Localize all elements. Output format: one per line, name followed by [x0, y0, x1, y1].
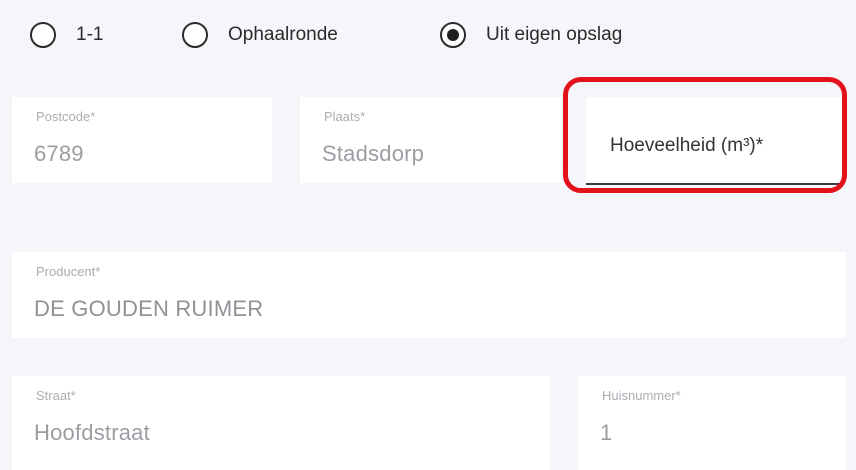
straat-field[interactable]: Straat* Hoofdstraat — [12, 376, 550, 470]
radio-label-ophaalronde: Ophaalronde — [228, 24, 338, 45]
radio-ophaalronde[interactable]: Ophaalronde — [182, 22, 338, 48]
hoeveelheid-placeholder: Hoeveelheid (m³)* — [610, 135, 764, 156]
radio-unchecked-icon — [30, 22, 56, 48]
huisnummer-field[interactable]: Huisnummer* 1 — [578, 376, 846, 470]
producent-field[interactable]: Producent* DE GOUDEN RUIMER — [12, 252, 846, 338]
plaats-value: Stadsdorp — [322, 141, 425, 166]
radio-1-1[interactable]: 1-1 — [30, 22, 103, 48]
huisnummer-value: 1 — [600, 420, 613, 445]
postcode-label: Postcode* — [36, 109, 96, 124]
straat-value: Hoofdstraat — [34, 420, 150, 445]
producent-label: Producent* — [36, 264, 101, 279]
postcode-field[interactable]: Postcode* 6789 — [12, 97, 272, 183]
producent-value: DE GOUDEN RUIMER — [34, 296, 264, 321]
plaats-field[interactable]: Plaats* Stadsdorp — [300, 97, 562, 183]
radio-uit-eigen-opslag[interactable]: Uit eigen opslag — [440, 22, 622, 48]
radio-label-1-1: 1-1 — [76, 24, 104, 45]
source-type-radio-group: 1-1 Ophaalronde Uit eigen opslag — [0, 0, 856, 82]
postcode-value: 6789 — [34, 141, 84, 166]
radio-checked-icon — [440, 22, 466, 48]
huisnummer-label: Huisnummer* — [602, 388, 681, 403]
plaats-label: Plaats* — [324, 109, 366, 124]
hoeveelheid-field[interactable]: Hoeveelheid (m³)* — [586, 97, 844, 185]
radio-unchecked-icon — [182, 22, 208, 48]
radio-label-uit-eigen-opslag: Uit eigen opslag — [486, 24, 623, 45]
straat-label: Straat* — [36, 388, 76, 403]
